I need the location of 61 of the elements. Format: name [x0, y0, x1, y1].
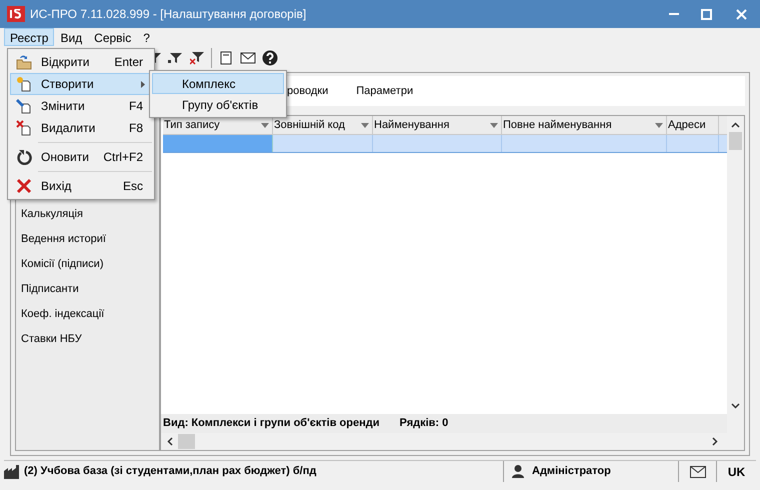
column-header[interactable]: Адреси [667, 116, 719, 134]
menu-entry[interactable]: Створити [10, 73, 152, 95]
scroll-right-icon [712, 437, 718, 446]
view-label: Вид: Комплекси і групи об'єктів оренди [163, 416, 380, 432]
factory-icon [4, 464, 20, 478]
scroll-up-icon [731, 122, 740, 128]
app-logo-icon [7, 6, 25, 22]
document-icon [220, 51, 232, 65]
mail-icon [240, 52, 256, 64]
menu-item[interactable]: Реєстр [4, 28, 54, 46]
sidebar-item[interactable]: Калькуляція [21, 202, 159, 227]
sidebar-item[interactable]: Підписанти [21, 277, 159, 302]
vertical-scrollbar[interactable] [727, 116, 744, 433]
help-icon [262, 50, 278, 66]
filter-icon [168, 52, 182, 64]
scroll-thumb[interactable] [178, 434, 195, 449]
menu-entry[interactable]: Відкрити Enter [10, 51, 152, 73]
window-title: ИС-ПРО 7.11.028.999 - [Налаштування договорів] [30, 6, 306, 23]
table-row[interactable] [163, 135, 727, 153]
maximize-icon [700, 8, 712, 20]
horizontal-scrollbar[interactable] [161, 433, 744, 450]
submenu-arrow-icon [141, 80, 145, 88]
clear-filter-icon [190, 51, 204, 65]
scroll-down-icon [731, 403, 740, 409]
language-indicator: UK [726, 464, 746, 480]
row-count: Рядків: 0 [400, 416, 448, 432]
tab[interactable]: Параметри [356, 82, 414, 100]
edit-document-icon [16, 98, 32, 114]
sidebar-item[interactable]: Ведення историї [21, 227, 159, 252]
user-icon [512, 465, 524, 478]
database-label: (2) Учбова база (зі студентами,план рах бюджет) б/пд [24, 464, 316, 480]
scroll-left-icon [167, 437, 173, 446]
menu-item[interactable]: ? [137, 28, 156, 46]
minimize-icon [669, 13, 679, 15]
scroll-thumb[interactable] [729, 132, 742, 150]
folder-icon [16, 54, 32, 70]
menu-entry[interactable]: Вихід Esc [10, 175, 152, 197]
sidebar-item[interactable]: Ставки НБУ [21, 327, 159, 352]
column-header[interactable]: Повне найменування [502, 116, 667, 134]
mail-icon [690, 466, 706, 478]
menu-item[interactable]: Вид [54, 28, 88, 46]
submenu-entry[interactable]: Комплекс [152, 73, 284, 94]
dropdown-arrow-icon [655, 122, 663, 128]
menu-entry[interactable]: Оновити Ctrl+F2 [10, 146, 152, 168]
tab[interactable]: роводки [287, 82, 328, 100]
dropdown-arrow-icon [490, 122, 498, 128]
submenu-entry[interactable]: Групу об'єктів [152, 94, 284, 115]
menu-entry[interactable]: Видалити F8 [10, 117, 152, 139]
menu-item[interactable]: Сервіс [88, 28, 138, 46]
new-document-icon [16, 76, 32, 92]
close-icon [736, 8, 746, 20]
refresh-icon [16, 149, 32, 165]
sidebar-item[interactable]: Комісії (підписи) [21, 252, 159, 277]
dropdown-arrow-icon [261, 122, 269, 128]
user-label: Адміністратор [532, 464, 611, 480]
column-header[interactable]: Найменування [373, 116, 502, 134]
dropdown-arrow-icon [361, 122, 369, 128]
delete-document-icon [16, 120, 32, 136]
menu-entry[interactable]: Змінити F4 [10, 95, 152, 117]
sidebar-item[interactable]: Коеф. індексації [21, 302, 159, 327]
close-icon [16, 178, 32, 194]
